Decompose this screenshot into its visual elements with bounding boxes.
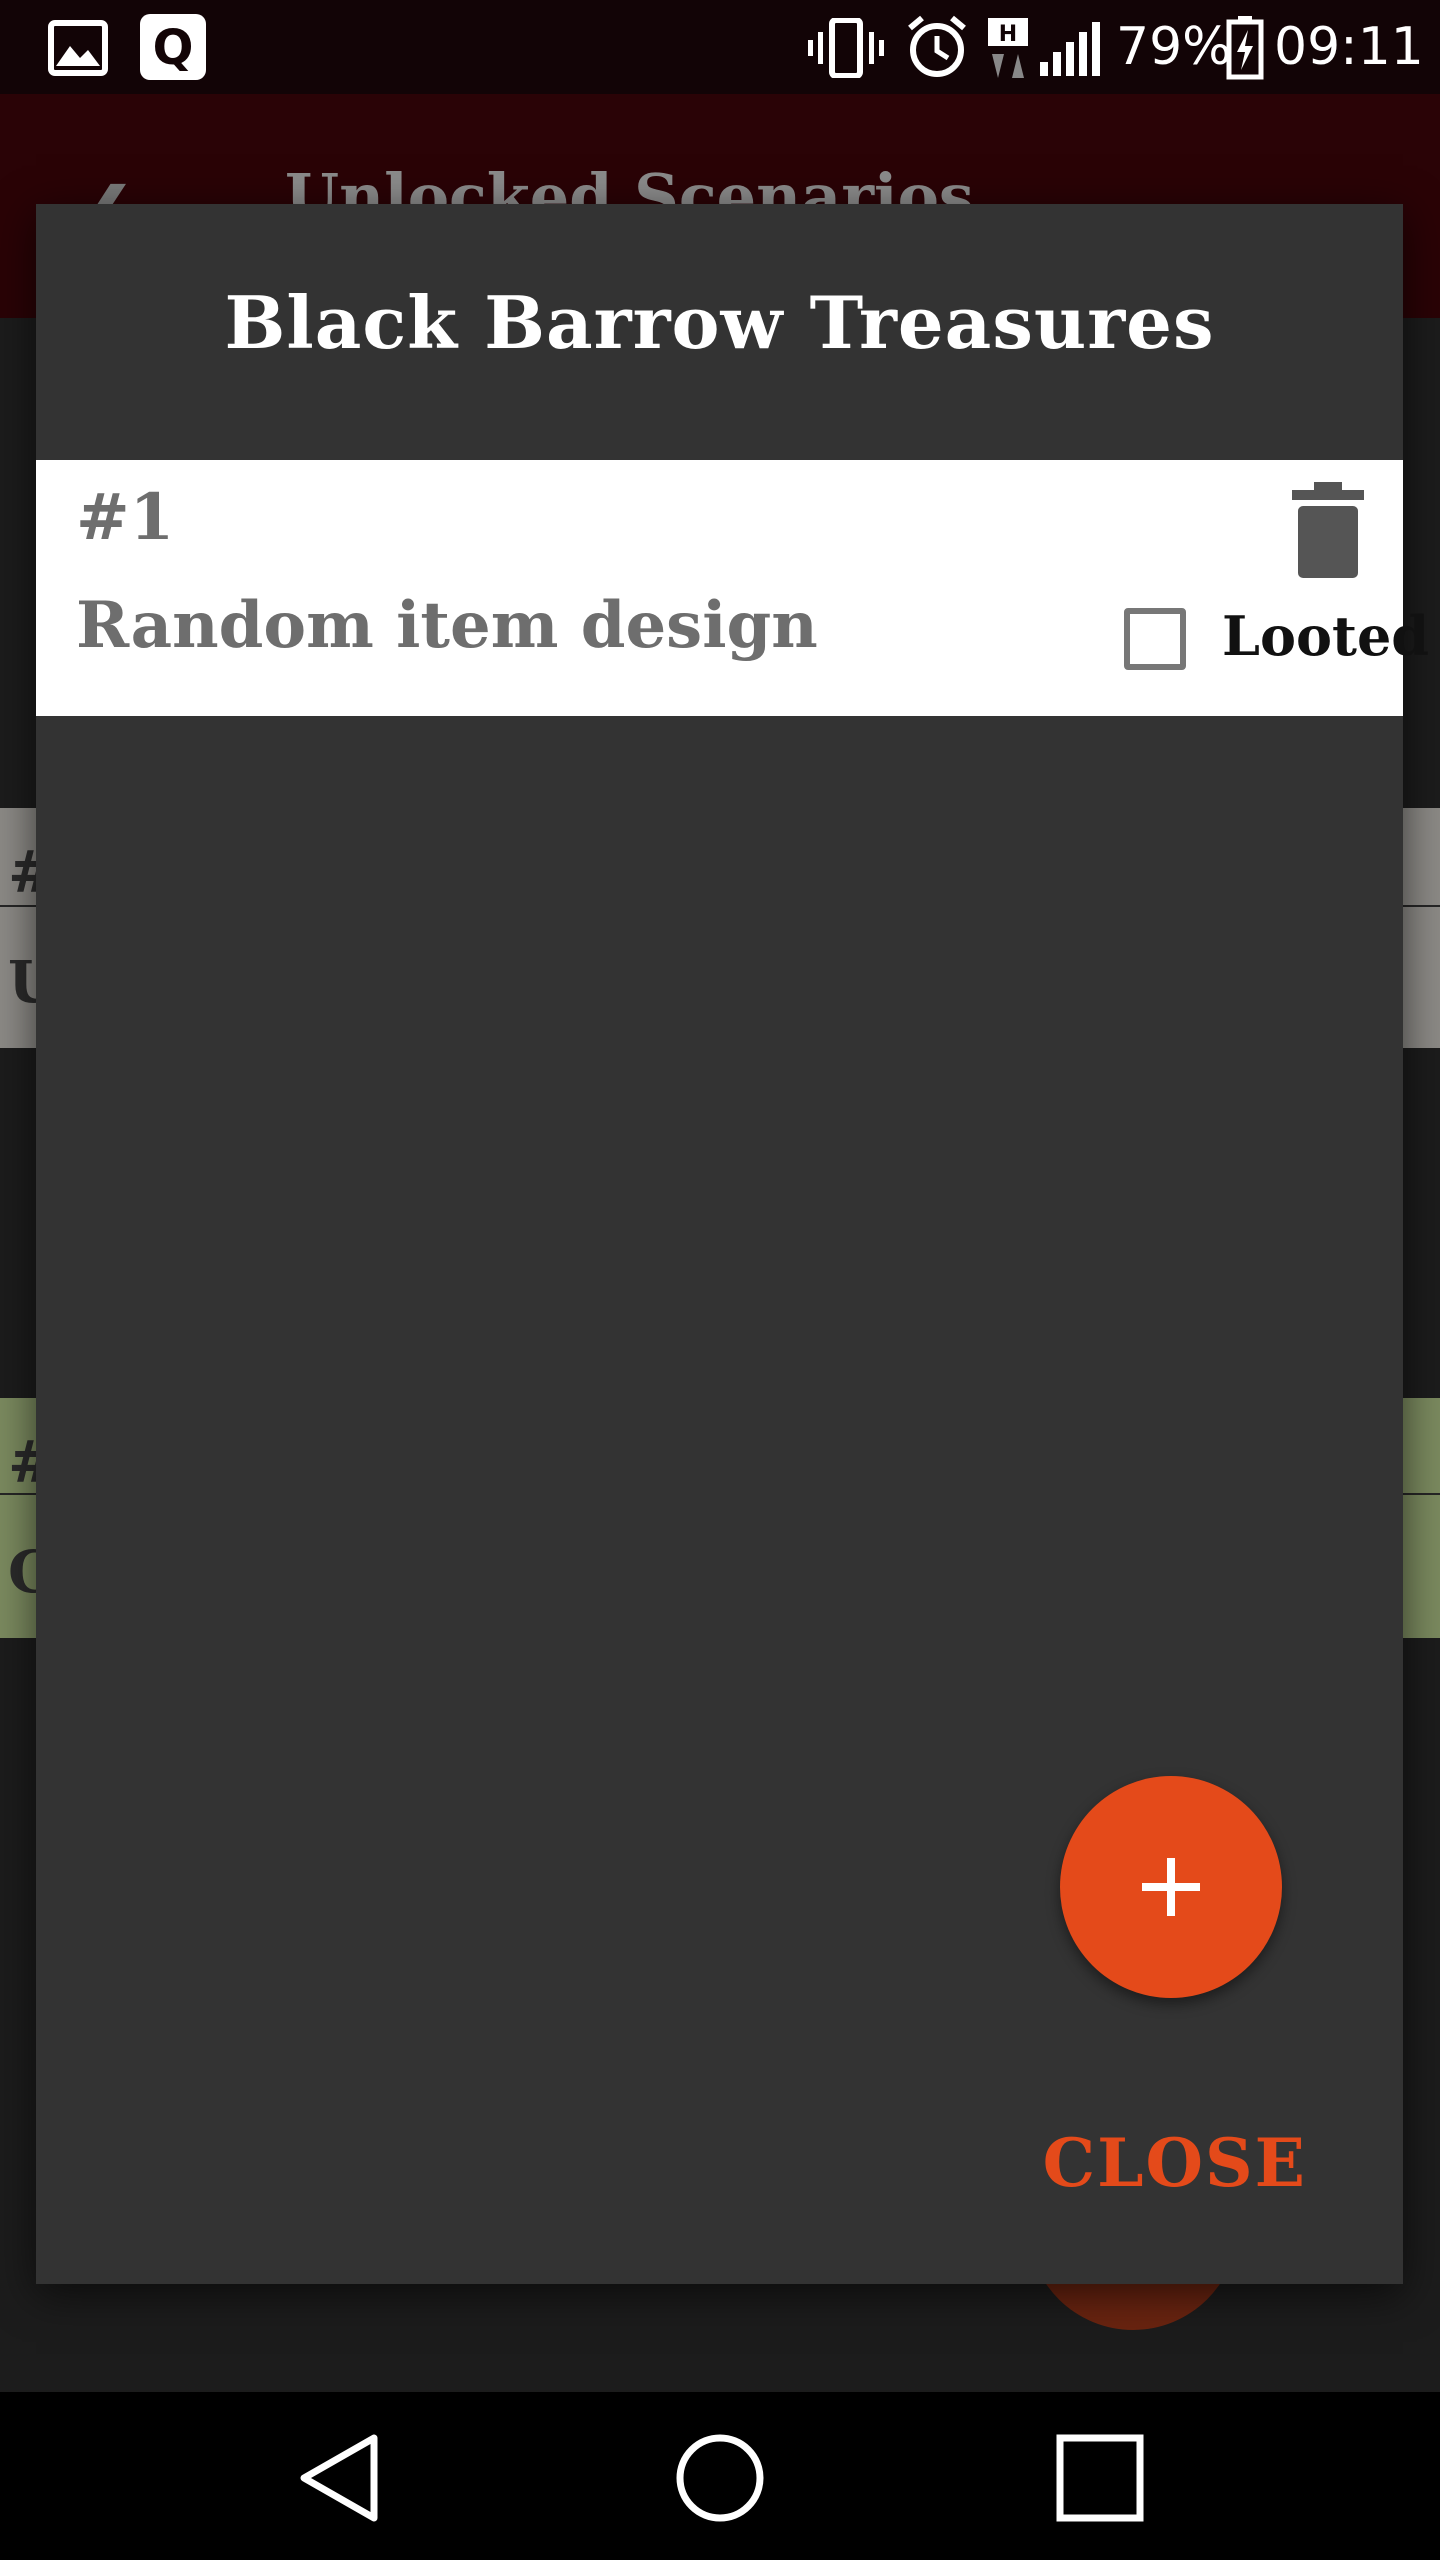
status-time: 09:11: [1274, 17, 1424, 77]
status-bar: Q H 79% 09:11: [0, 0, 1440, 94]
back-icon[interactable]: [290, 2428, 390, 2528]
data-transfer-icon: H: [988, 18, 1028, 78]
home-icon[interactable]: [670, 2428, 770, 2528]
treasure-name: Random item design: [76, 588, 818, 663]
looted-label: Looted: [1222, 604, 1430, 668]
delete-icon[interactable]: [1292, 482, 1364, 578]
recents-icon[interactable]: [1050, 2428, 1150, 2528]
q-app-icon: Q: [140, 14, 206, 80]
close-button[interactable]: CLOSE: [1043, 2124, 1307, 2202]
vibrate-icon: [808, 18, 884, 78]
navigation-bar: [0, 2392, 1440, 2560]
gallery-icon: [48, 20, 108, 76]
treasure-list-item[interactable]: #1 Random item design Looted: [36, 460, 1429, 716]
alarm-icon: [908, 15, 966, 77]
dialog-title: Black Barrow Treasures: [224, 280, 1215, 365]
treasure-number: #1: [76, 480, 175, 555]
treasures-dialog: Black Barrow Treasures #1 Random item de…: [36, 204, 1429, 2284]
battery-percent: 79%: [1116, 17, 1232, 77]
plus-icon: [1142, 1858, 1200, 1916]
signal-icon: [1040, 22, 1100, 76]
svg-text:Q: Q: [153, 20, 194, 76]
battery-charging-icon: [1226, 16, 1264, 80]
looted-checkbox[interactable]: [1124, 608, 1186, 670]
add-treasure-button[interactable]: [1060, 1776, 1282, 1998]
svg-text:H: H: [999, 22, 1017, 47]
